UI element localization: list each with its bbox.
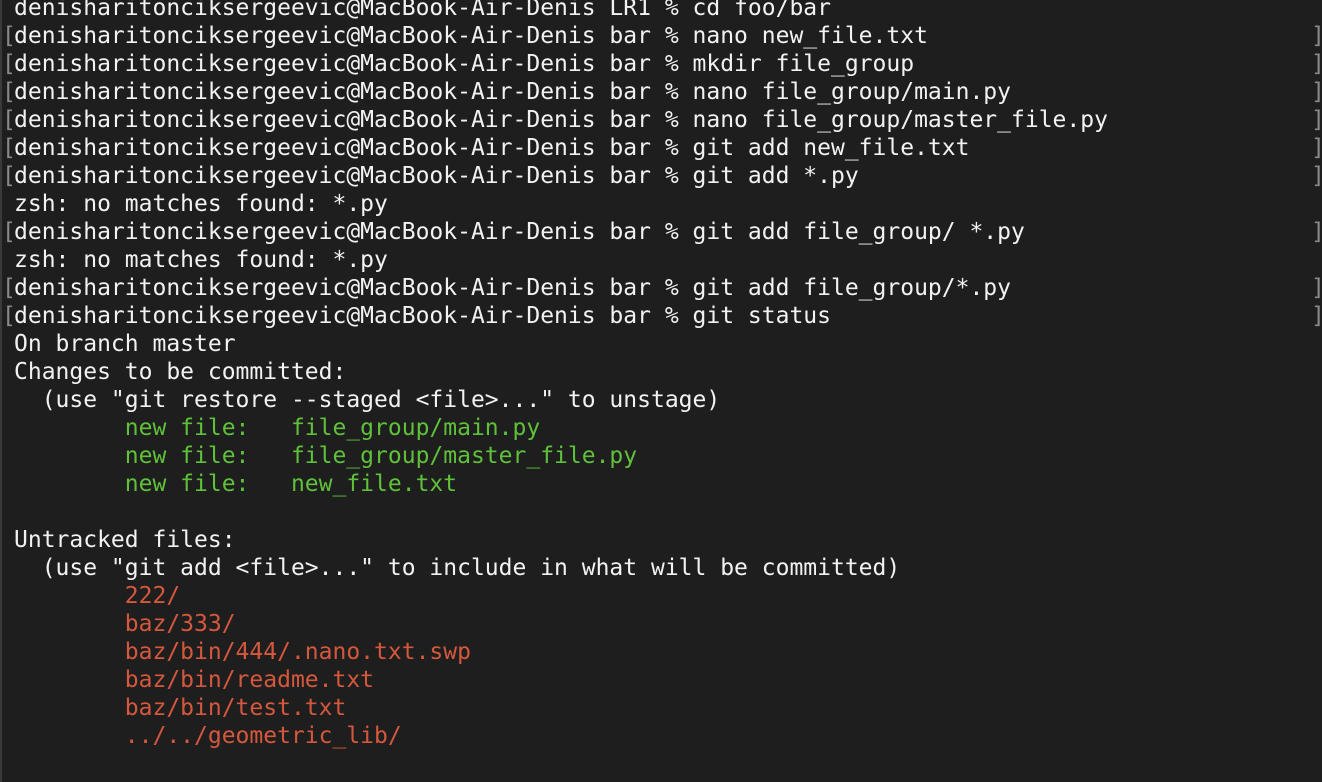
prompt-mark-right: ] <box>1311 218 1322 246</box>
prompt-mark-right: ] <box>1311 162 1322 190</box>
prompt-mark-left: [ <box>2 163 16 189</box>
output-line: zsh: no matches found: *.py <box>14 246 1322 274</box>
prompt-mark-right: ] <box>1311 50 1322 78</box>
prompt-mark-left: [ <box>2 275 16 301</box>
command-line: [denisharitonciksergeevic@MacBook-Air-De… <box>2 50 1322 78</box>
output-line: (use "git restore --staged <file>..." to… <box>14 386 1322 414</box>
prompt-mark-left: [ <box>2 219 16 245</box>
line-text: zsh: no matches found: *.py <box>14 247 388 273</box>
prompt-mark-right: ] <box>1311 302 1322 330</box>
staged-file-line: new file: new_file.txt <box>14 470 1322 498</box>
line-text: baz/333/ <box>14 611 236 637</box>
untracked-file-line: ../../geometric_lib/ <box>14 722 1322 750</box>
prompt-mark-left: [ <box>2 303 16 329</box>
line-text: new file: file_group/main.py <box>14 415 541 441</box>
terminal-output: denisharitonciksergeevic@MacBook-Air-Den… <box>2 0 1322 750</box>
command-line: [denisharitonciksergeevic@MacBook-Air-De… <box>2 22 1322 50</box>
command-line: [denisharitonciksergeevic@MacBook-Air-De… <box>2 218 1322 246</box>
command-line: [denisharitonciksergeevic@MacBook-Air-De… <box>2 106 1322 134</box>
line-text: denisharitonciksergeevic@MacBook-Air-Den… <box>14 0 831 21</box>
line-text: denisharitonciksergeevic@MacBook-Air-Den… <box>14 163 859 189</box>
output-line: Changes to be committed: <box>14 358 1322 386</box>
prompt-mark-left: [ <box>2 79 16 105</box>
untracked-file-line: baz/333/ <box>14 610 1322 638</box>
command-line: [denisharitonciksergeevic@MacBook-Air-De… <box>2 162 1322 190</box>
command-line: [denisharitonciksergeevic@MacBook-Air-De… <box>2 302 1322 330</box>
prompt-mark-left: [ <box>2 135 16 161</box>
line-text: denisharitonciksergeevic@MacBook-Air-Den… <box>14 23 928 49</box>
line-text: denisharitonciksergeevic@MacBook-Air-Den… <box>14 303 831 329</box>
output-line: Untracked files: <box>14 526 1322 554</box>
command-line: [denisharitonciksergeevic@MacBook-Air-De… <box>2 134 1322 162</box>
line-text: (use "git restore --staged <file>..." to… <box>14 387 721 413</box>
prompt-mark-left: [ <box>2 51 16 77</box>
line-text: denisharitonciksergeevic@MacBook-Air-Den… <box>14 219 1025 245</box>
line-text: On branch master <box>14 331 236 357</box>
line-text: denisharitonciksergeevic@MacBook-Air-Den… <box>14 107 1108 133</box>
command-line: denisharitonciksergeevic@MacBook-Air-Den… <box>14 0 1322 22</box>
prompt-mark-right: ] <box>1311 134 1322 162</box>
untracked-file-line: 222/ <box>14 582 1322 610</box>
line-text: (use "git add <file>..." to include in w… <box>14 555 901 581</box>
line-text: Untracked files: <box>14 527 236 553</box>
line-text: new file: file_group/master_file.py <box>14 443 638 469</box>
untracked-file-line: baz/bin/444/.nano.txt.swp <box>14 638 1322 666</box>
output-line: (use "git add <file>..." to include in w… <box>14 554 1322 582</box>
prompt-mark-left: [ <box>2 23 16 49</box>
staged-file-line: new file: file_group/main.py <box>14 414 1322 442</box>
line-text: baz/bin/444/.nano.txt.swp <box>14 639 471 665</box>
output-line: On branch master <box>14 330 1322 358</box>
line-text: baz/bin/test.txt <box>14 695 347 721</box>
untracked-file-line: baz/bin/readme.txt <box>14 666 1322 694</box>
prompt-mark-right: ] <box>1311 22 1322 50</box>
command-line: [denisharitonciksergeevic@MacBook-Air-De… <box>2 274 1322 302</box>
prompt-mark-right: ] <box>1311 78 1322 106</box>
line-text: denisharitonciksergeevic@MacBook-Air-Den… <box>14 135 970 161</box>
line-text: baz/bin/readme.txt <box>14 667 375 693</box>
line-text: 222/ <box>14 583 181 609</box>
output-line: zsh: no matches found: *.py <box>14 190 1322 218</box>
line-text: Changes to be committed: <box>14 359 347 385</box>
staged-file-line: new file: file_group/master_file.py <box>14 442 1322 470</box>
line-text: denisharitonciksergeevic@MacBook-Air-Den… <box>14 275 1011 301</box>
line-text: denisharitonciksergeevic@MacBook-Air-Den… <box>14 51 915 77</box>
line-text: zsh: no matches found: *.py <box>14 191 388 217</box>
line-text: ../../geometric_lib/ <box>14 723 402 749</box>
line-text: new file: new_file.txt <box>14 471 458 497</box>
line-text: denisharitonciksergeevic@MacBook-Air-Den… <box>14 79 1011 105</box>
untracked-file-line: baz/bin/test.txt <box>14 694 1322 722</box>
prompt-mark-right: ] <box>1311 274 1322 302</box>
prompt-mark-left: [ <box>2 107 16 133</box>
terminal-window[interactable]: denisharitonciksergeevic@MacBook-Air-Den… <box>0 0 1322 782</box>
prompt-mark-right: ] <box>1311 106 1322 134</box>
command-line: [denisharitonciksergeevic@MacBook-Air-De… <box>2 78 1322 106</box>
